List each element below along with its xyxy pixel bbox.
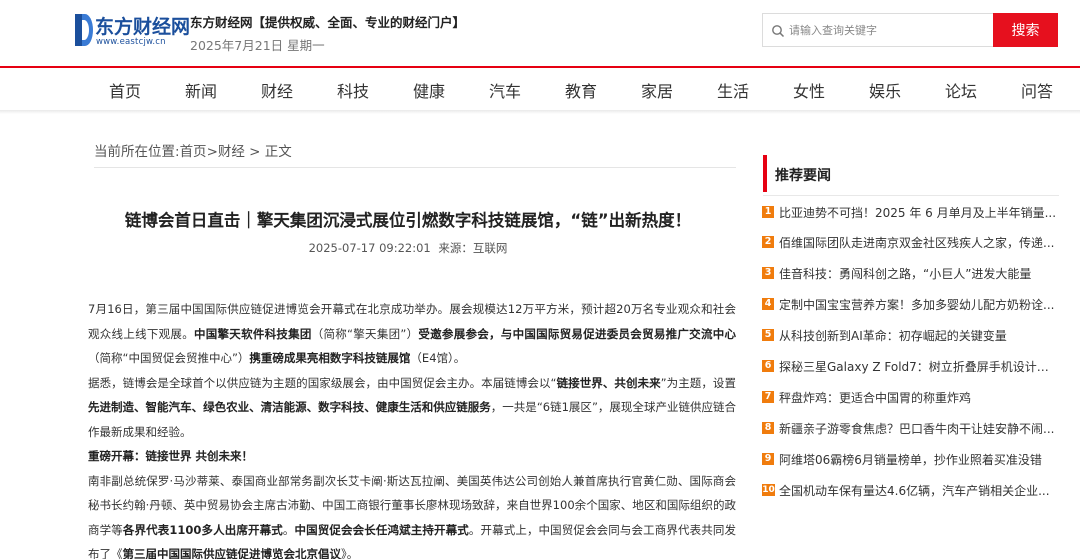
recommended-item[interactable]: 9 阿维塔06霸榜6月销量榜单，抄作业照着买准没错 <box>762 449 1058 469</box>
nav-item-qa[interactable]: 问答 <box>1021 78 1053 102</box>
bold-text: 中国擎天软件科技集团 <box>193 326 312 341</box>
site-header: 东方财经网 www.eastcjw.cn 东方财经网【提供权威、全面、专业的财经… <box>0 0 1080 66</box>
nav-item-auto[interactable]: 汽车 <box>489 78 521 102</box>
recommended-item[interactable]: 7 秤盘炸鸡：更适合中国胃的称重炸鸡 <box>762 387 1058 407</box>
breadcrumb-separator: > <box>244 144 265 160</box>
recommended-item-title[interactable]: 阿维塔06霸榜6月销量榜单，抄作业照着买准没错 <box>779 451 1058 468</box>
bold-text: 中国贸促会会长任鸿斌主持开幕式 <box>294 522 469 537</box>
recommended-item-title[interactable]: 佳音科技：勇闯科创之路，“小巨人”进发大能量 <box>779 265 1058 282</box>
article-meta: 2025-07-17 09:22:01 来源：互联网 <box>88 240 728 256</box>
recommended-item[interactable]: 6 探秘三星Galaxy Z Fold7：树立折叠屏手机设计新... <box>762 356 1058 376</box>
rank-badge: 5 <box>762 329 774 341</box>
recommended-item-title[interactable]: 从科技创新到AI革命：初存崛起的关键变量 <box>779 327 1058 344</box>
recommended-item-title[interactable]: 新疆亲子游零食焦虑？巴口香牛肉干让娃安静不闹... <box>779 420 1058 437</box>
recommended-item-title[interactable]: 探秘三星Galaxy Z Fold7：树立折叠屏手机设计新... <box>779 358 1058 375</box>
logo-url: www.eastcjw.cn <box>96 37 166 47</box>
breadcrumb-category[interactable]: 财经 <box>218 144 245 160</box>
search-box <box>762 13 994 47</box>
nav-item-finance[interactable]: 财经 <box>261 78 293 102</box>
rank-badge: 1 <box>762 206 774 218</box>
rank-badge: 9 <box>762 453 774 465</box>
sidebar-divider <box>763 195 1059 196</box>
rank-badge: 2 <box>762 236 774 248</box>
paragraph-text: （简称“中国贸促会贸推中心”） <box>88 351 250 365</box>
recommended-item[interactable]: 2 佰维国际团队走进南京双金社区残疾人之家，传递... <box>762 232 1058 252</box>
article-paragraph: 7月16日，第三届中国国际供应链促进博览会开幕式在北京成功举办。展会规模达12万… <box>88 297 736 371</box>
article-source-label: 来源： <box>438 241 473 255</box>
bold-text: 受邀参展参会，与中国国际贸易促进委员会贸易推广交流中心 <box>418 326 736 341</box>
recommended-item[interactable]: 1 比亚迪势不可挡！2025 年 6 月单月及上半年销量... <box>762 202 1058 222</box>
logo-mark-icon <box>75 14 93 46</box>
subheading-text: 重磅开幕：链接世界 共创未来！ <box>88 449 254 463</box>
bold-text: 先进制造、智能汽车、绿色农业、清洁能源、数字科技、健康生活和供应链服务 <box>88 400 491 414</box>
site-logo[interactable]: 东方财经网 www.eastcjw.cn <box>75 12 190 48</box>
paragraph-text: ”为主题，设置 <box>660 375 736 390</box>
recommended-item[interactable]: 8 新疆亲子游零食焦虑？巴口香牛肉干让娃安静不闹... <box>762 418 1058 438</box>
nav-divider <box>0 110 1080 114</box>
main-nav: 首页 新闻 财经 科技 健康 汽车 教育 家居 生活 女性 娱乐 论坛 问答 <box>0 68 1080 110</box>
nav-item-home-living[interactable]: 家居 <box>641 78 673 102</box>
article-datetime: 2025-07-17 09:22:01 <box>308 241 431 255</box>
logo-name: 东方财经网 <box>95 16 191 38</box>
recommended-item[interactable]: 5 从科技创新到AI革命：初存崛起的关键变量 <box>762 325 1058 345</box>
search-button[interactable]: 搜索 <box>993 13 1058 47</box>
paragraph-text: （E4馆）。 <box>410 351 466 365</box>
search-icon <box>772 25 785 38</box>
nav-item-news[interactable]: 新闻 <box>185 78 217 102</box>
nav-item-health[interactable]: 健康 <box>413 78 445 102</box>
article-paragraph: 南非副总统保罗·马沙蒂莱、泰国商业部常务副次长艾卡阐·斯达瓦拉阐、美国英伟达公司… <box>88 469 736 559</box>
recommended-item[interactable]: 3 佳音科技：勇闯科创之路，“小巨人”进发大能量 <box>762 263 1058 283</box>
rank-badge: 3 <box>762 267 774 279</box>
nav-item-life[interactable]: 生活 <box>717 78 749 102</box>
article-source: 互联网 <box>472 241 508 255</box>
rank-badge: 8 <box>762 422 774 434</box>
breadcrumb-divider <box>94 167 736 168</box>
rank-badge: 10 <box>762 484 775 496</box>
article-body: 7月16日，第三届中国国际供应链促进博览会开幕式在北京成功举办。展会规模达12万… <box>88 297 736 559</box>
paragraph-text: （简称“擎天集团”） <box>311 326 419 341</box>
paragraph-text: 。 <box>282 522 295 537</box>
bold-text: 第三届中国国际供应链促进博览会北京倡议 <box>122 547 342 559</box>
recommended-item-title[interactable]: 全国机动车保有量达4.6亿辆，汽车产销相关企业... <box>779 482 1058 499</box>
breadcrumb-prefix: 当前所在位置: <box>94 144 180 160</box>
bold-text: 链接世界、共创未来 <box>556 375 661 390</box>
breadcrumb: 当前所在位置:首页>财经 > 正文 <box>94 140 292 160</box>
rank-badge: 4 <box>762 298 774 310</box>
paragraph-text: 》。 <box>341 547 359 559</box>
bold-text: 携重磅成果亮相数字科技链展馆 <box>249 351 411 365</box>
bold-text: 各界代表1100多人出席开幕式 <box>122 522 283 537</box>
nav-item-entertainment[interactable]: 娱乐 <box>869 78 901 102</box>
site-slogan: 东方财经网【提供权威、全面、专业的财经门户】 <box>190 15 466 30</box>
breadcrumb-current: 正文 <box>264 144 292 160</box>
article-title: 链博会首日直击｜擎天集团沉浸式展位引燃数字科技链展馆，“链”出新热度！ <box>124 211 692 230</box>
sidebar-title-accent <box>763 155 767 192</box>
breadcrumb-separator: > <box>206 144 218 160</box>
current-date: 2025年7月21日 星期一 <box>190 38 325 53</box>
search-bar: 搜索 <box>762 13 1058 47</box>
nav-item-women[interactable]: 女性 <box>793 78 825 102</box>
recommended-item[interactable]: 4 定制中国宝宝营养方案！多加多婴幼儿配方奶粉诠... <box>762 294 1058 314</box>
recommended-item-title[interactable]: 定制中国宝宝营养方案！多加多婴幼儿配方奶粉诠... <box>779 296 1058 313</box>
rank-badge: 7 <box>762 391 774 403</box>
article-paragraph: 据悉，链博会是全球首个以供应链为主题的国家级展会，由中国贸促会主办。本届链博会以… <box>88 371 736 445</box>
paragraph-text: 据悉，链博会是全球首个以供应链为主题的国家级展会，由中国贸促会主办。本届链博会以… <box>88 375 557 390</box>
rank-badge: 6 <box>762 360 774 372</box>
recommended-item-title[interactable]: 佰维国际团队走进南京双金社区残疾人之家，传递... <box>779 234 1058 251</box>
nav-item-tech[interactable]: 科技 <box>337 78 369 102</box>
nav-item-education[interactable]: 教育 <box>565 78 597 102</box>
search-input[interactable] <box>789 14 989 46</box>
nav-item-forum[interactable]: 论坛 <box>945 78 977 102</box>
recommended-item-title[interactable]: 秤盘炸鸡：更适合中国胃的称重炸鸡 <box>779 389 1058 406</box>
recommended-item[interactable]: 10 全国机动车保有量达4.6亿辆，汽车产销相关企业... <box>762 480 1058 500</box>
sidebar-title: 推荐要闻 <box>775 168 831 184</box>
recommended-item-title[interactable]: 比亚迪势不可挡！2025 年 6 月单月及上半年销量... <box>779 204 1058 221</box>
article-subheading: 重磅开幕：链接世界 共创未来！ <box>88 444 736 469</box>
breadcrumb-home[interactable]: 首页 <box>180 144 207 160</box>
nav-item-home[interactable]: 首页 <box>109 78 141 102</box>
